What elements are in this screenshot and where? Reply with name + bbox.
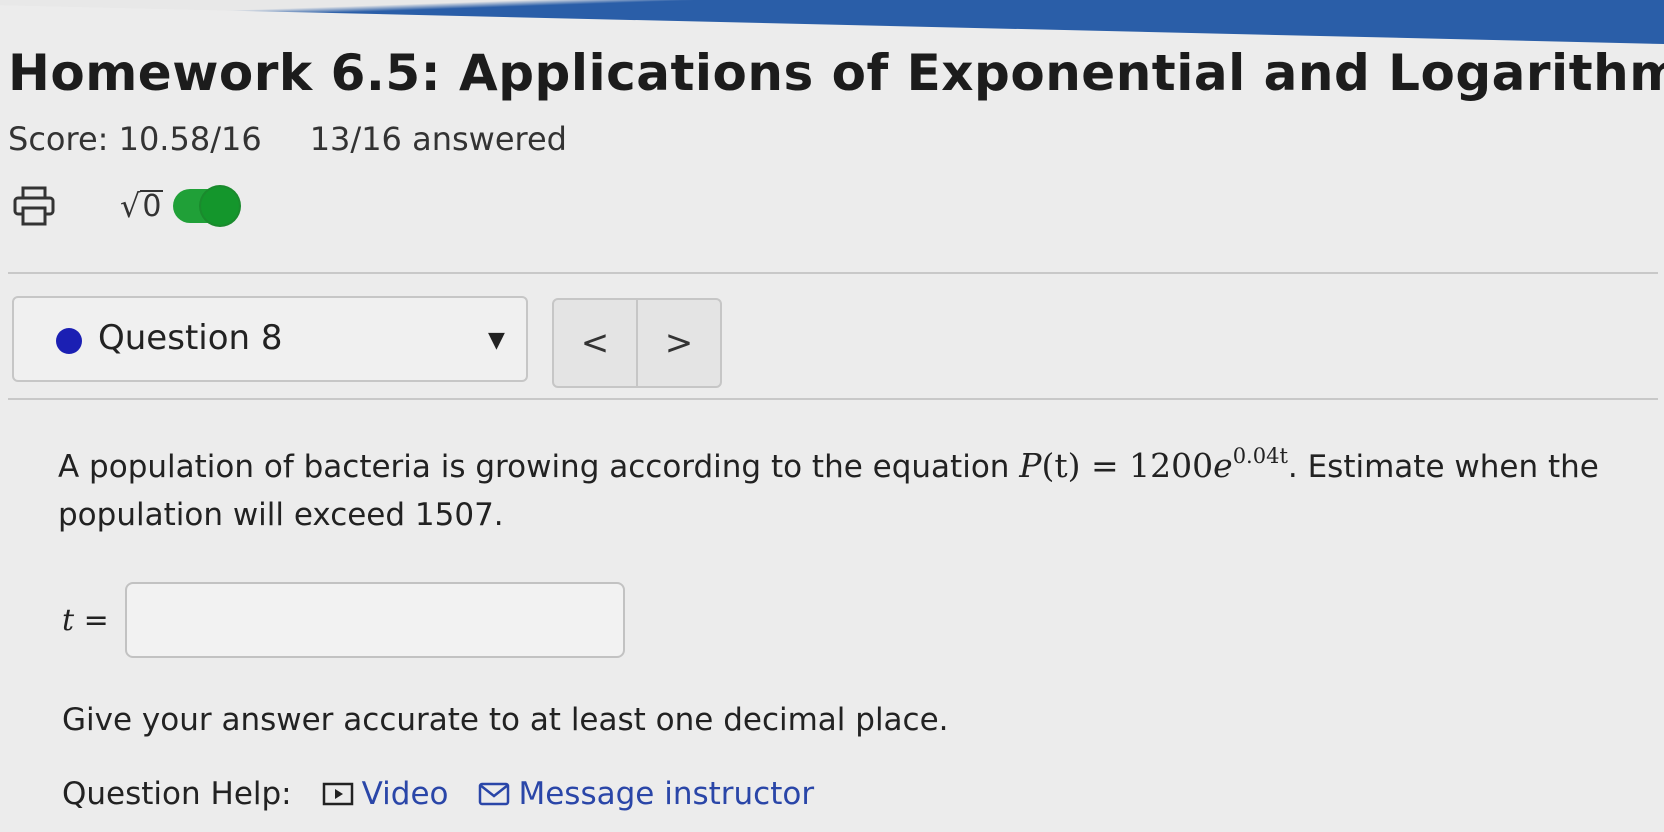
message-instructor-link[interactable]: Message instructor [478,776,814,812]
divider [8,272,1658,274]
printer-icon[interactable] [12,186,56,226]
toolbar: √ 0 [12,186,240,226]
question-help: Question Help: Video Message instructor [62,776,814,812]
question-help-label: Question Help: [62,776,292,812]
math-input-label: 0 [140,189,164,224]
envelope-icon [479,782,510,806]
question-text: A population of bacteria is growing acco… [58,444,1599,534]
page-title: Homework 6.5: Applications of Exponentia… [8,44,1664,102]
answer-row: t = [62,582,625,658]
top-banner [0,0,1664,44]
question-status-dot [56,328,82,354]
answered-text: 13/16 answered [309,120,567,158]
square-root-icon[interactable]: √ 0 [120,187,164,225]
divider [8,398,1658,400]
question-pager: < > [552,298,722,388]
question-selector[interactable]: Question 8 ▼ [12,296,528,382]
toggle-knob [201,187,240,225]
score-row: Score: 10.58/16 13/16 answered [8,120,567,158]
video-link[interactable]: Video [322,776,448,812]
play-video-icon [322,782,353,806]
next-question-button[interactable]: > [638,300,720,386]
math-entry-toggle[interactable] [173,187,240,225]
question-selector-label: Question 8 [98,318,283,358]
caret-down-icon: ▼ [488,328,505,353]
previous-question-button[interactable]: < [554,300,638,386]
answer-input[interactable] [124,582,625,658]
answer-label: t = [62,602,109,638]
score-text: Score: 10.58/16 [8,120,262,158]
answer-instructions: Give your answer accurate to at least on… [62,702,949,738]
equation: P(t) = 1200e0.04t [1019,444,1288,486]
